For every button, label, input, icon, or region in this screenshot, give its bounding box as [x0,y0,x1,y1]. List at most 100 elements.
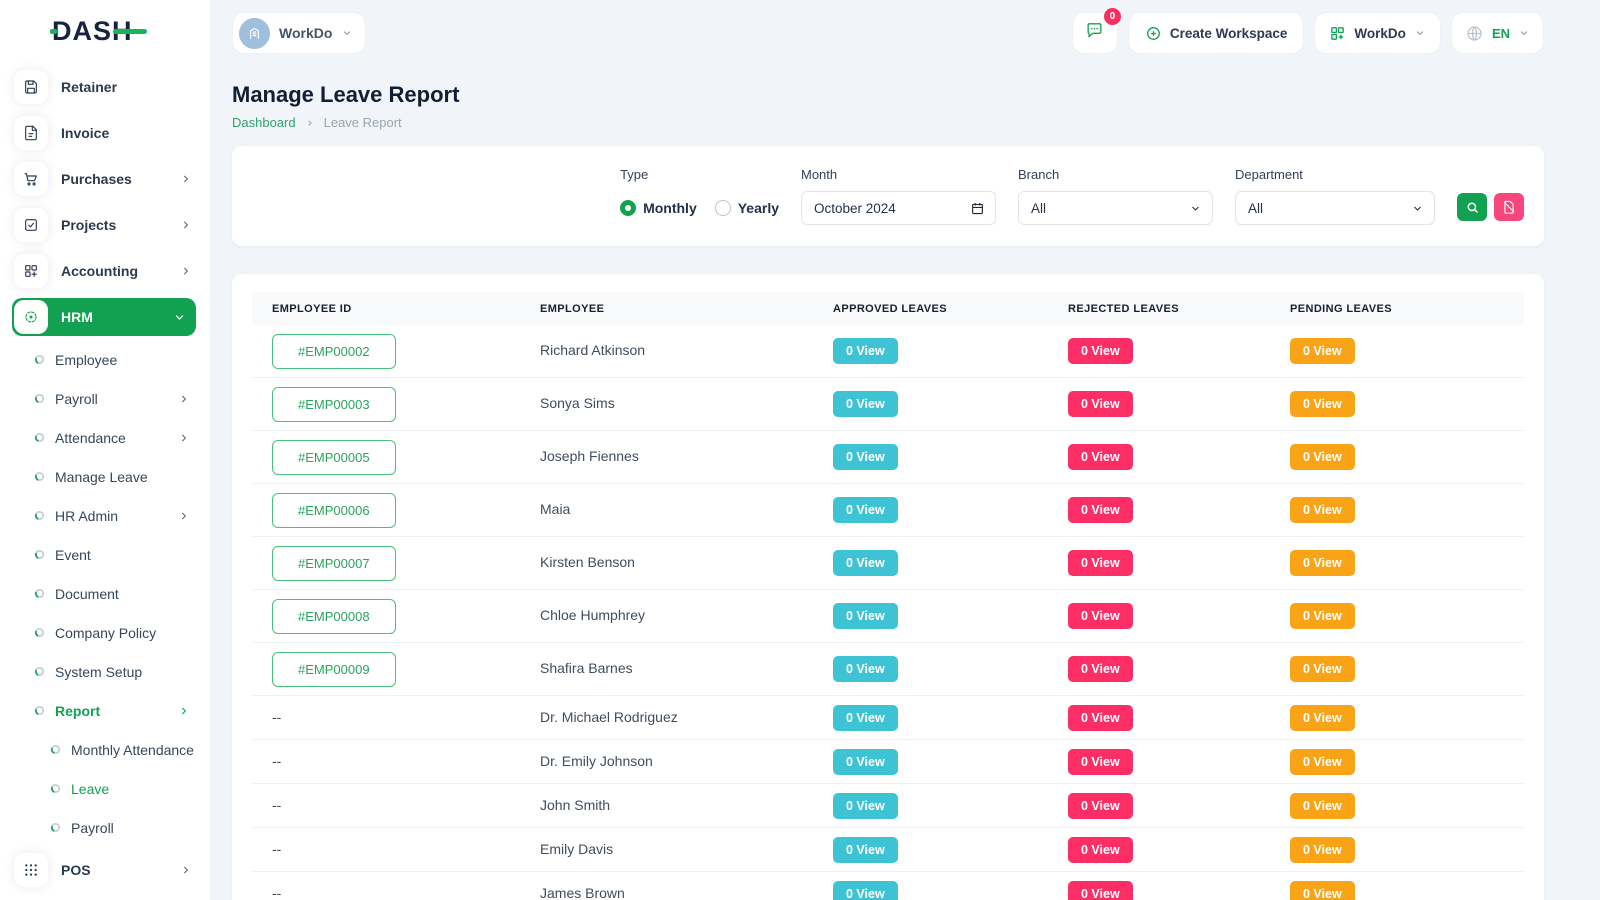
pending-leaves-view-button[interactable]: 0 View [1290,338,1355,364]
employee-name: Dr. Michael Rodriguez [540,709,678,725]
workspace-switcher[interactable]: WorkDo [232,12,366,54]
approved-leaves-view-button[interactable]: 0 View [833,338,898,364]
reset-filter-button[interactable] [1494,193,1524,221]
rejected-leaves-view-button[interactable]: 0 View [1068,338,1133,364]
table-row: #EMP00009Shafira Barnes0 View0 View0 Vie… [252,643,1524,696]
month-input[interactable]: October 2024 [801,191,996,225]
employee-id-badge[interactable]: #EMP00003 [272,387,396,422]
sidebar-item-employee[interactable]: Employee [0,340,210,379]
approved-leaves-view-button[interactable]: 0 View [833,391,898,417]
rejected-leaves-view-button[interactable]: 0 View [1068,444,1133,470]
approved-leaves-view-button[interactable]: 0 View [833,749,898,775]
employee-id-badge[interactable]: #EMP00002 [272,334,396,369]
employee-id-badge[interactable]: #EMP00008 [272,599,396,634]
approved-leaves-view-button[interactable]: 0 View [833,705,898,731]
pending-leaves-view-button[interactable]: 0 View [1290,705,1355,731]
rejected-leaves-view-button[interactable]: 0 View [1068,391,1133,417]
approved-leaves-view-button[interactable]: 0 View [833,497,898,523]
pending-leaves-view-button[interactable]: 0 View [1290,837,1355,863]
month-filter-group: Month October 2024 [801,167,996,225]
pending-leaves-view-button[interactable]: 0 View [1290,881,1355,900]
sidebar-item-event[interactable]: Event [0,535,210,574]
sidebar-item-attendance[interactable]: Attendance [0,418,210,457]
rejected-leaves-view-button[interactable]: 0 View [1068,550,1133,576]
pending-leaves-view-button[interactable]: 0 View [1290,497,1355,523]
approved-leaves-view-button[interactable]: 0 View [833,837,898,863]
sidebar-item-leave[interactable]: Leave [0,769,210,808]
approved-leaves-view-button[interactable]: 0 View [833,603,898,629]
pending-leaves-view-button[interactable]: 0 View [1290,550,1355,576]
rejected-leaves-view-button[interactable]: 0 View [1068,656,1133,682]
rejected-leaves-view-button[interactable]: 0 View [1068,705,1133,731]
department-select[interactable]: All [1235,191,1435,225]
employee-name: Richard Atkinson [540,342,645,358]
bullet-circle-icon [34,432,45,443]
search-button[interactable] [1457,193,1487,221]
sidebar-item-retainer[interactable]: Retainer [0,64,210,110]
bullet-circle-icon [34,588,45,599]
sidebar-item-company-policy[interactable]: Company Policy [0,613,210,652]
sidebar-item-monthly-attendance[interactable]: Monthly Attendance [0,730,210,769]
sidebar-item-payroll[interactable]: Payroll [0,808,210,847]
branch-select[interactable]: All [1018,191,1213,225]
projects-icon [14,208,48,242]
bullet-circle-icon [50,744,61,755]
radio-yearly[interactable]: Yearly [715,200,779,216]
bullet-circle-icon [34,510,45,521]
pending-leaves-view-button[interactable]: 0 View [1290,793,1355,819]
bullet-circle-icon [34,666,45,677]
sidebar-item-accounting[interactable]: Accounting [0,248,210,294]
app-menu-button[interactable]: WorkDo [1314,12,1441,54]
sidebar-item-label: Employee [55,352,190,368]
breadcrumb: Dashboard Leave Report [232,115,1544,130]
radio-monthly[interactable]: Monthly [620,200,697,216]
branch-filter-group: Branch All [1018,167,1213,225]
sidebar-item-label: Retainer [61,79,192,95]
app-logo[interactable]: DASH [0,0,210,62]
pending-leaves-view-button[interactable]: 0 View [1290,749,1355,775]
table-body: #EMP00002 Richard Atkinson 0 View 0 View 0 V… [252,325,1524,900]
create-workspace-button[interactable]: Create Workspace [1128,12,1305,54]
messages-button[interactable]: 0 [1072,12,1118,54]
sidebar-item-hr-admin[interactable]: HR Admin [0,496,210,535]
breadcrumb-dashboard-link[interactable]: Dashboard [232,115,296,130]
approved-leaves-view-button[interactable]: 0 View [833,793,898,819]
sidebar-item-payroll[interactable]: Payroll [0,379,210,418]
pending-leaves-view-button[interactable]: 0 View [1290,391,1355,417]
radio-yearly-circle [715,200,731,216]
approved-leaves-view-button[interactable]: 0 View [833,656,898,682]
sidebar-item-projects[interactable]: Projects [0,202,210,248]
pending-leaves-view-button[interactable]: 0 View [1290,603,1355,629]
rejected-leaves-view-button[interactable]: 0 View [1068,603,1133,629]
employee-id-badge[interactable]: #EMP00009 [272,652,396,687]
sidebar-item-system-setup[interactable]: System Setup [0,652,210,691]
messages-count-badge: 0 [1104,8,1121,25]
rejected-leaves-view-button[interactable]: 0 View [1068,749,1133,775]
language-selector[interactable]: EN [1451,12,1544,54]
rejected-leaves-view-button[interactable]: 0 View [1068,497,1133,523]
sidebar-item-report[interactable]: Report [0,691,210,730]
rejected-leaves-view-button[interactable]: 0 View [1068,793,1133,819]
retainer-icon [14,70,48,104]
sidebar-item-pos[interactable]: POS [0,847,210,893]
approved-leaves-view-button[interactable]: 0 View [833,444,898,470]
sidebar-item-label: System Setup [55,664,190,680]
sidebar-item-label: Leave [71,781,190,797]
approved-leaves-view-button[interactable]: 0 View [833,881,898,900]
sidebar-item-label: Event [55,547,190,563]
pending-leaves-view-button[interactable]: 0 View [1290,656,1355,682]
sidebar-item-document[interactable]: Document [0,574,210,613]
sidebar-item-purchases[interactable]: Purchases [0,156,210,202]
employee-id-badge[interactable]: #EMP00006 [272,493,396,528]
rejected-leaves-view-button[interactable]: 0 View [1068,881,1133,900]
employee-id-badge[interactable]: #EMP00005 [272,440,396,475]
employee-id-badge[interactable]: #EMP00007 [272,546,396,581]
rejected-leaves-view-button[interactable]: 0 View [1068,837,1133,863]
sidebar-item-hrm[interactable]: HRM [12,298,196,336]
month-label: Month [801,167,996,182]
employee-name: John Smith [540,797,610,813]
sidebar-item-invoice[interactable]: Invoice [0,110,210,156]
sidebar-item-manage-leave[interactable]: Manage Leave [0,457,210,496]
pending-leaves-view-button[interactable]: 0 View [1290,444,1355,470]
approved-leaves-view-button[interactable]: 0 View [833,550,898,576]
